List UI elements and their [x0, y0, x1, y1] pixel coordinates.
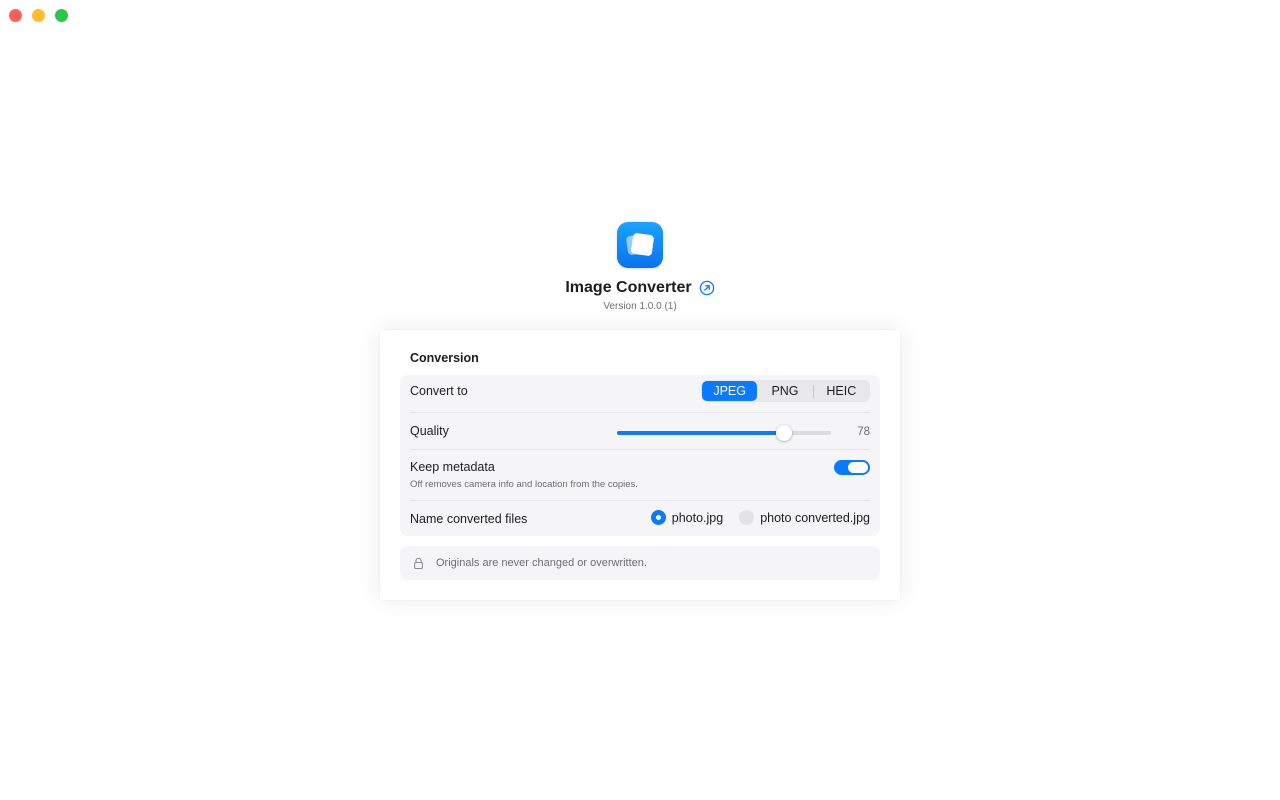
format-option-png[interactable]: PNG	[757, 381, 812, 401]
toggle-knob	[848, 462, 868, 473]
keep-metadata-row: Keep metadata	[410, 459, 870, 475]
naming-option-label: photo.jpg	[671, 510, 724, 525]
zoom-window-button[interactable]	[55, 9, 68, 22]
quality-slider[interactable]	[617, 425, 831, 441]
external-link-icon[interactable]	[699, 280, 715, 296]
conversion-settings-group: Convert to JPEG PNG HEIC Quality 78 Keep…	[400, 375, 880, 536]
keep-metadata-hint: Off removes camera info and location fro…	[410, 479, 638, 490]
app-title-row: Image Converter	[0, 279, 1280, 297]
radio-selected-icon[interactable]	[650, 510, 666, 525]
naming-option-label: photo converted.jpg	[760, 510, 870, 525]
notice-text: Originals are never changed or overwritt…	[436, 557, 647, 569]
keep-metadata-toggle[interactable]	[834, 460, 870, 475]
lock-icon	[414, 557, 423, 570]
quality-slider-fill	[617, 431, 784, 435]
quality-slider-thumb[interactable]	[776, 425, 792, 441]
window-controls	[9, 9, 68, 22]
stacked-photos-icon	[617, 222, 663, 268]
quality-label: Quality	[410, 424, 449, 438]
app-icon-front-card	[630, 232, 655, 257]
row-divider	[410, 449, 870, 450]
originals-notice: Originals are never changed or overwritt…	[400, 546, 880, 580]
format-option-heic[interactable]: HEIC	[814, 381, 869, 401]
naming-label: Name converted files	[410, 511, 528, 526]
radio-unselected-icon[interactable]	[739, 510, 755, 525]
section-title: Conversion	[410, 351, 479, 365]
naming-option-converted[interactable]: photo converted.jpg	[739, 510, 870, 525]
keep-metadata-label: Keep metadata	[410, 460, 495, 474]
format-segmented-control: JPEG PNG HEIC	[701, 380, 870, 402]
settings-panel: Conversion Convert to JPEG PNG HEIC Qual…	[380, 330, 900, 600]
app-title: Image Converter	[565, 279, 692, 296]
format-option-jpeg[interactable]: JPEG	[702, 381, 758, 401]
naming-radio-group: photo.jpg photo converted.jpg	[650, 510, 870, 525]
quality-value: 78	[857, 426, 870, 438]
close-window-button[interactable]	[9, 9, 22, 22]
convert-to-label: Convert to	[410, 384, 468, 398]
naming-option-original[interactable]: photo.jpg	[650, 510, 724, 525]
app-version: Version 1.0.0 (1)	[603, 301, 677, 312]
minimize-window-button[interactable]	[32, 9, 45, 22]
